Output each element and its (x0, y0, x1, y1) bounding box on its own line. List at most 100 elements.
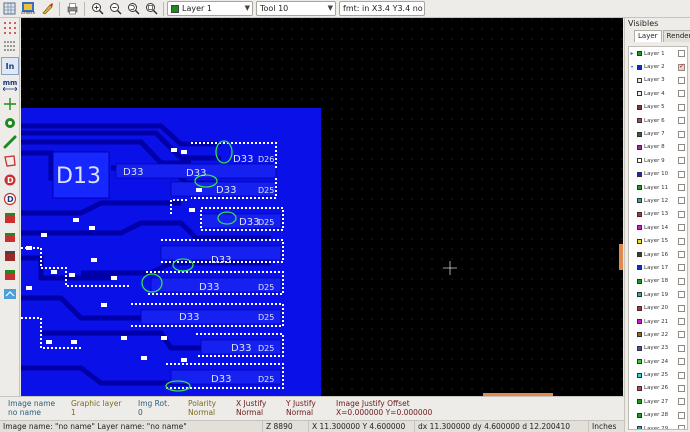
layer-color-swatch[interactable] (637, 292, 642, 298)
layer-row[interactable]: Layer 10 (629, 168, 687, 181)
layer-visibility-checkbox[interactable] (678, 224, 685, 232)
show-flashed-icon[interactable] (1, 114, 19, 132)
layer-visibility-checkbox[interactable] (678, 304, 685, 312)
layer-row[interactable]: Layer 13 (629, 208, 687, 221)
grid-icon[interactable] (1, 1, 17, 17)
layer-visibility-checkbox[interactable] (678, 371, 685, 379)
layer-color-swatch[interactable] (637, 185, 642, 191)
layer-color-swatch[interactable] (637, 225, 642, 231)
edit-icon[interactable] (39, 1, 55, 17)
tool-select[interactable]: Tool 10 ▼ (256, 1, 336, 16)
layer-color-swatch[interactable] (637, 64, 642, 70)
layer-visibility-checkbox[interactable] (678, 210, 685, 218)
layer-row[interactable]: Layer 29 (629, 422, 687, 429)
layer-color-swatch[interactable] (637, 131, 642, 137)
mm-units-icon[interactable]: mm (1, 76, 19, 94)
layer-visibility-checkbox[interactable] (678, 425, 685, 429)
layer-visibility-checkbox[interactable] (678, 411, 685, 419)
layer-color-swatch[interactable] (637, 372, 642, 378)
layer-row[interactable]: Layer 26 (629, 382, 687, 395)
layer-color-swatch[interactable] (637, 345, 642, 351)
layer-row[interactable]: Layer 24 (629, 355, 687, 368)
layer-row[interactable]: Layer 28 (629, 409, 687, 422)
layer-visibility-checkbox[interactable] (678, 143, 685, 151)
layer-row[interactable]: Layer 27 (629, 395, 687, 408)
drawing-canvas[interactable]: D13 D33 D33 D33 D33 D33 D33 D33 D33 D33 … (21, 18, 623, 396)
layer-row[interactable]: Layer 5 (629, 101, 687, 114)
layers-stack-icon[interactable] (1, 266, 19, 284)
layer-row[interactable]: Layer 22 (629, 328, 687, 341)
layer-visibility-checkbox[interactable] (678, 344, 685, 352)
layer-visibility-checkbox[interactable] (678, 130, 685, 138)
layer-color-swatch[interactable] (637, 305, 642, 311)
layer-row[interactable]: Layer 7 (629, 127, 687, 140)
display-mode-icon[interactable] (1, 209, 19, 227)
show-polygons-icon[interactable] (1, 152, 19, 170)
layer-color-swatch[interactable] (637, 265, 642, 271)
layer-row[interactable]: Layer 16 (629, 248, 687, 261)
layer-visibility-checkbox[interactable] (678, 264, 685, 272)
layer-color-swatch[interactable] (637, 198, 642, 204)
layer-color-swatch[interactable] (637, 158, 642, 164)
layer-color-swatch[interactable] (637, 412, 642, 418)
layer-visibility-checkbox[interactable] (678, 197, 685, 205)
layer-row[interactable]: Layer 9 (629, 154, 687, 167)
zoom-in-icon[interactable] (89, 1, 105, 17)
layer-row[interactable]: Layer 12 (629, 194, 687, 207)
show-negative-icon[interactable]: D (1, 190, 19, 208)
layer-visibility-checkbox[interactable] (678, 90, 685, 98)
layer-row[interactable]: Layer 6 (629, 114, 687, 127)
layer-row[interactable]: Layer 23 (629, 342, 687, 355)
grid-dots-icon[interactable] (1, 19, 19, 37)
layer-color-swatch[interactable] (637, 319, 642, 324)
layer-color-swatch[interactable] (637, 51, 642, 57)
layer-visibility-checkbox[interactable] (678, 237, 685, 245)
layer-row[interactable]: Layer 25 (629, 368, 687, 381)
inch-units-icon[interactable]: In (1, 57, 19, 75)
layer-color-swatch[interactable] (637, 91, 642, 97)
layers-tree-icon[interactable] (1, 228, 19, 246)
layer-color-swatch[interactable] (637, 385, 642, 391)
print-icon[interactable] (64, 1, 80, 17)
layer-row[interactable]: Layer 19 (629, 288, 687, 301)
layer-row[interactable]: ▸ Layer 1 (629, 47, 687, 60)
layer-color-swatch[interactable] (637, 211, 642, 217)
layer-visibility-checkbox[interactable] (678, 157, 685, 165)
layer-visibility-checkbox[interactable] (678, 76, 685, 84)
layer-row[interactable]: Layer 3 (629, 74, 687, 87)
layer-row[interactable]: Layer 11 (629, 181, 687, 194)
layer-visibility-checkbox[interactable] (678, 277, 685, 285)
layer-visibility-checkbox[interactable] (678, 358, 685, 366)
layer-row[interactable]: Layer 4 (629, 87, 687, 100)
tab-render[interactable]: Render (662, 30, 690, 42)
layer-color-swatch[interactable] (637, 426, 642, 429)
layer-row[interactable]: • Layer 2 (629, 60, 687, 73)
layer-visibility-checkbox[interactable] (678, 103, 685, 111)
layer-color-swatch[interactable] (637, 238, 642, 244)
layer-color-swatch[interactable] (637, 144, 642, 150)
show-dcodes-icon[interactable]: D (1, 171, 19, 189)
layer-row[interactable]: Layer 15 (629, 234, 687, 247)
layer-color-swatch[interactable] (637, 118, 642, 124)
layer-visibility-checkbox[interactable] (678, 251, 685, 259)
layer-color-swatch[interactable] (637, 278, 642, 284)
layer-row[interactable]: Layer 17 (629, 261, 687, 274)
full-cursor-icon[interactable] (1, 95, 19, 113)
layer-visibility-checkbox[interactable] (678, 170, 685, 178)
layer-row[interactable]: Layer 20 (629, 301, 687, 314)
layer-row[interactable]: Layer 8 (629, 141, 687, 154)
layer-color-swatch[interactable] (637, 359, 642, 365)
layer-visibility-checkbox[interactable] (678, 331, 685, 339)
layer-visibility-checkbox[interactable] (678, 398, 685, 406)
layer-color-swatch[interactable] (637, 332, 642, 338)
layer-visibility-checkbox[interactable] (678, 184, 685, 192)
show-lines-icon[interactable] (1, 133, 19, 151)
layer-color-swatch[interactable] (637, 399, 642, 405)
layer-visibility-checkbox[interactable] (678, 117, 685, 125)
layer-color-swatch[interactable] (637, 104, 642, 110)
layer-row[interactable]: Layer 18 (629, 275, 687, 288)
layer-row[interactable]: Layer 21 (629, 315, 687, 328)
zoom-out-icon[interactable] (107, 1, 123, 17)
layer-visibility-checkbox[interactable] (678, 291, 685, 299)
tab-layer[interactable]: Layer (634, 30, 662, 42)
